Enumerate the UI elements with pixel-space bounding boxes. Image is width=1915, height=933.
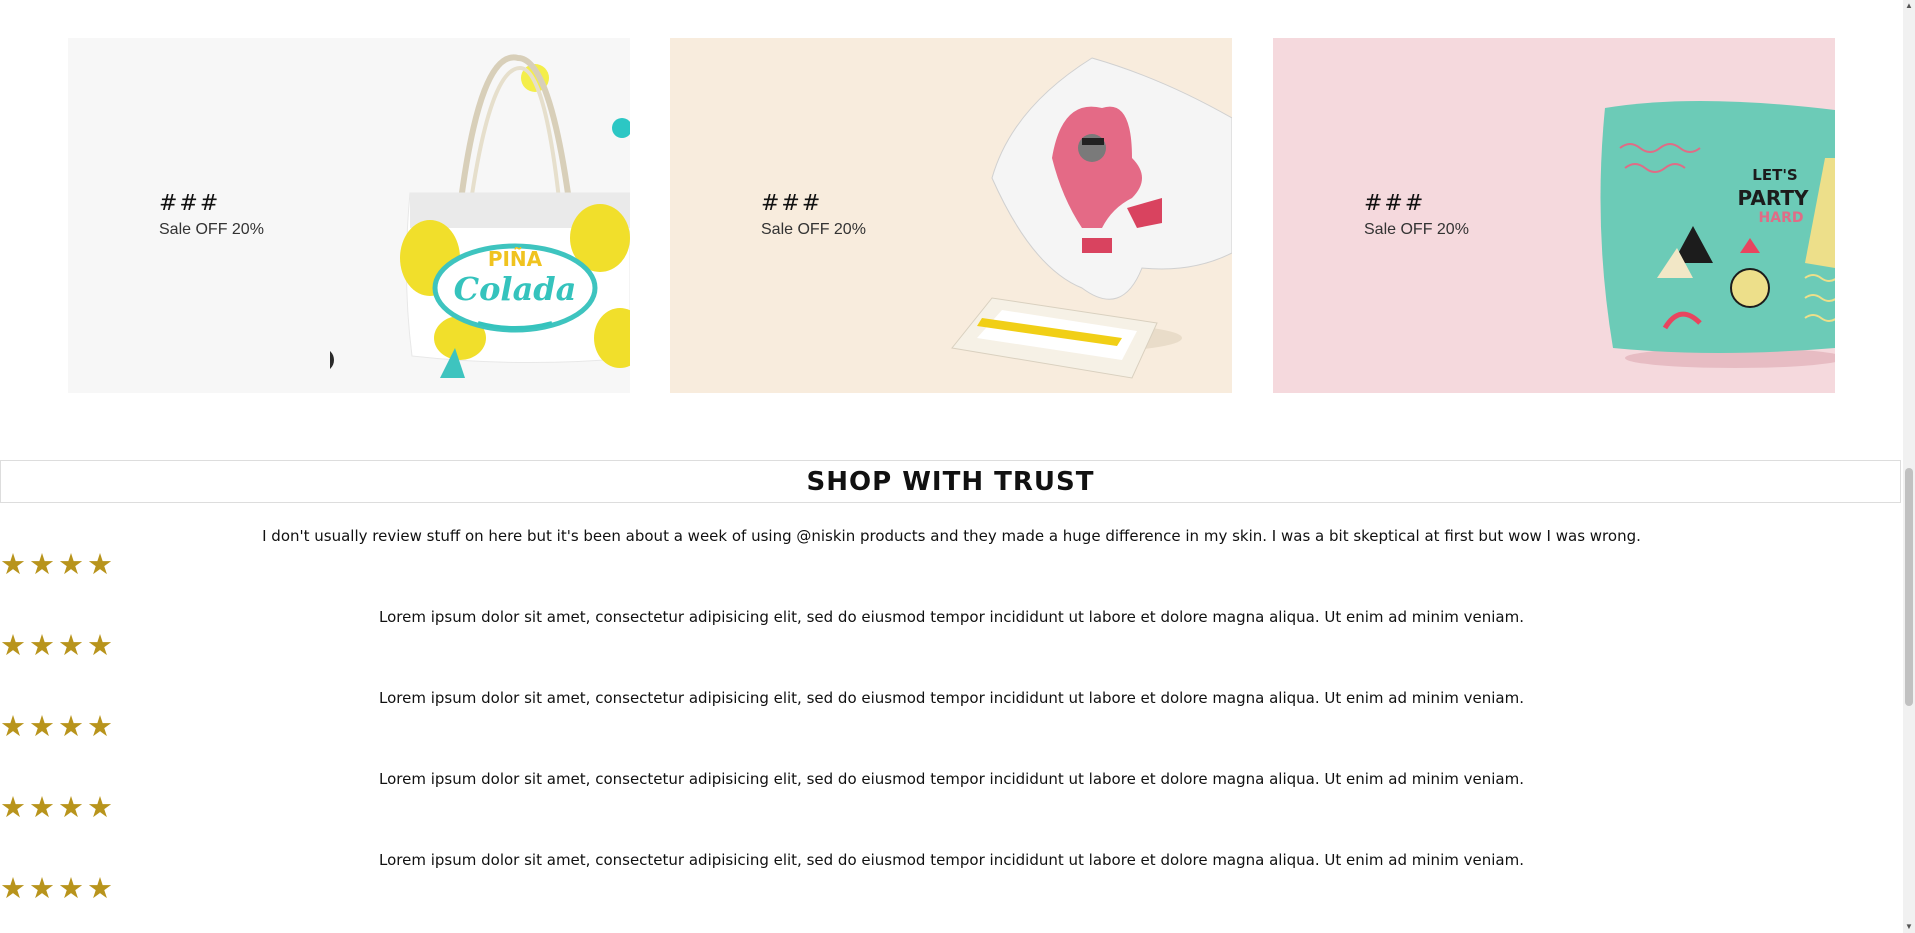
star-icon: ★	[0, 549, 26, 581]
banner-subtitle: Sale OFF 20%	[159, 221, 264, 238]
chevron-down-icon[interactable]: ▼	[1903, 921, 1915, 933]
banner-title: ###	[159, 191, 221, 216]
pillow-print-line2: PARTY	[1738, 186, 1809, 210]
review-text: Lorem ipsum dolor sit amet, consectetur …	[379, 770, 1524, 788]
review-text: Lorem ipsum dolor sit amet, consectetur …	[379, 851, 1524, 869]
star-icon: ★	[0, 792, 26, 824]
star-icon: ★	[0, 711, 26, 743]
review-text: I don't usually review stuff on here but…	[262, 527, 1641, 545]
shop-with-trust-header: SHOP WITH TRUST	[0, 460, 1901, 503]
bag-print-line2: Colada	[454, 270, 577, 308]
star-icon: ★	[0, 630, 26, 662]
promo-banner-party-pillow[interactable]: ### Sale OFF 20% LET'S PARTY HARD	[1273, 38, 1835, 393]
section-title: SHOP WITH TRUST	[806, 466, 1095, 497]
pillow-print-line3: HARD	[1759, 210, 1804, 226]
banner-subtitle: Sale OFF 20%	[761, 221, 866, 238]
pillow-print-line1: LET'S	[1752, 166, 1797, 184]
review-text: Lorem ipsum dolor sit amet, consectetur …	[379, 689, 1524, 707]
chevron-up-icon[interactable]: ▲	[1903, 0, 1915, 12]
star-icon: ★	[29, 711, 55, 743]
star-icon: ★	[58, 711, 84, 743]
bag-print-line1: PIÑA	[488, 247, 543, 271]
star-icon: ★	[29, 630, 55, 662]
star-rating: ★ ★ ★ ★	[0, 875, 113, 904]
star-rating: ★ ★ ★ ★	[0, 713, 113, 742]
star-icon: ★	[87, 711, 113, 743]
star-icon: ★	[0, 873, 26, 905]
promo-banner-pillow[interactable]: ### Sale OFF 20%	[670, 38, 1232, 393]
pillow-tablet-image	[951, 57, 1232, 379]
star-icon: ★	[29, 873, 55, 905]
banner-subtitle: Sale OFF 20%	[1364, 221, 1469, 238]
star-rating: ★ ★ ★ ★	[0, 551, 113, 580]
tote-bag-image: PIÑA Colada	[330, 54, 630, 378]
scrollbar-thumb[interactable]	[1905, 468, 1913, 706]
vertical-scrollbar[interactable]: ▲ ▼	[1903, 0, 1915, 933]
star-icon: ★	[58, 792, 84, 824]
page: ### Sale OFF 20% PIÑA Colada ### Sale OF…	[0, 0, 1903, 933]
star-icon: ★	[29, 792, 55, 824]
review-item: Lorem ipsum dolor sit amet, consectetur …	[0, 608, 1903, 689]
star-rating: ★ ★ ★ ★	[0, 794, 113, 823]
star-icon: ★	[58, 549, 84, 581]
banner-title: ###	[761, 191, 823, 216]
review-item: I don't usually review stuff on here but…	[0, 527, 1903, 608]
review-item: Lorem ipsum dolor sit amet, consectetur …	[0, 851, 1903, 932]
star-icon: ★	[87, 873, 113, 905]
review-item: Lorem ipsum dolor sit amet, consectetur …	[0, 770, 1903, 851]
banner-title: ###	[1364, 191, 1426, 216]
star-rating: ★ ★ ★ ★	[0, 632, 113, 661]
review-text: Lorem ipsum dolor sit amet, consectetur …	[379, 608, 1524, 626]
star-icon: ★	[58, 630, 84, 662]
review-item: Lorem ipsum dolor sit amet, consectetur …	[0, 689, 1903, 770]
star-icon: ★	[58, 873, 84, 905]
star-icon: ★	[29, 549, 55, 581]
party-pillow-image: LET'S PARTY HARD	[1600, 100, 1835, 368]
star-icon: ★	[87, 630, 113, 662]
promo-banner-tote-bag[interactable]: ### Sale OFF 20% PIÑA Colada	[68, 38, 630, 393]
star-icon: ★	[87, 792, 113, 824]
star-icon: ★	[87, 549, 113, 581]
